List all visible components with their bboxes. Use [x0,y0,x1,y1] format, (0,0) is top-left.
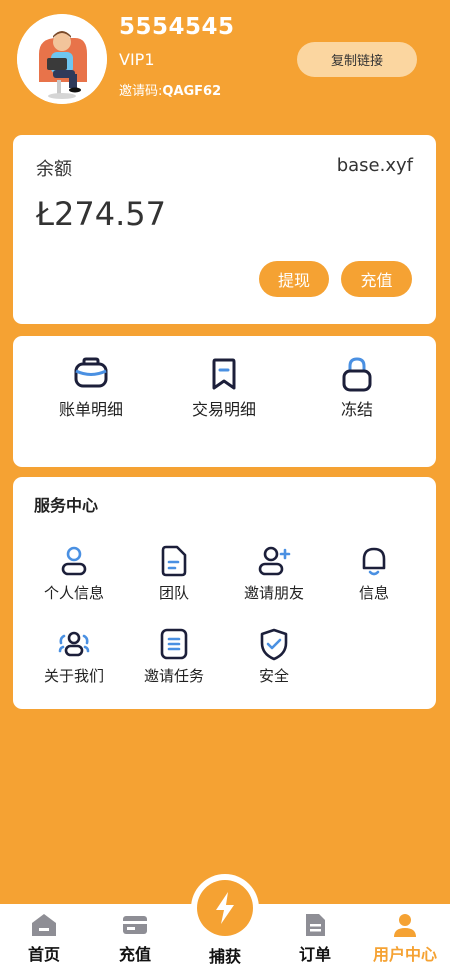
team-label: 团队 [158,584,189,602]
user-center-icon [391,912,419,938]
invite-label: 邀请码: [119,84,163,99]
balance-label: 余额 [36,159,72,180]
quick-actions-card: 账单明细 交易明细 冻结 [13,336,436,467]
frozen-label: 冻结 [340,400,373,419]
orders-icon [301,912,329,938]
nav-home-label: 首页 [27,945,60,964]
nav-recharge[interactable]: 充值 [100,912,170,965]
user-icon [57,544,91,578]
invite-code: 邀请码:QAGF62 [119,80,221,99]
task-icon [157,627,191,661]
invite-tasks-item[interactable]: 邀请任务 [124,627,224,686]
nav-user-center[interactable]: 用户中心 [364,912,446,965]
wallet-icon [73,356,109,392]
withdraw-button[interactable]: 提现 [259,261,329,297]
nav-orders[interactable]: 订单 [280,912,350,965]
about-us-label: 关于我们 [43,667,104,685]
transaction-details-label: 交易明细 [191,400,256,419]
nav-capture-button[interactable] [191,874,259,942]
capture-button-face [197,880,253,936]
messages-item[interactable]: 信息 [324,544,424,603]
bill-details-item[interactable]: 账单明细 [41,356,141,420]
security-label: 安全 [258,667,289,685]
avatar-illustration [17,14,107,104]
frozen-item[interactable]: 冻结 [307,356,407,420]
add-user-icon [257,544,291,578]
nav-recharge-label: 充值 [118,945,151,964]
invite-code-value: QAGF62 [162,84,222,99]
bill-details-label: 账单明细 [58,400,123,419]
avatar[interactable] [17,14,107,104]
personal-info-item[interactable]: 个人信息 [24,544,124,603]
invite-tasks-label: 邀请任务 [143,667,204,685]
security-item[interactable]: 安全 [224,627,324,686]
nav-capture-label: 捕获 [208,947,241,966]
bell-icon [357,544,391,578]
username: 5554545 [119,14,235,40]
messages-label: 信息 [358,584,389,602]
team-item[interactable]: 团队 [124,544,224,603]
vip-level: VIP1 [119,50,155,69]
profile-header: 5554545 VIP1 邀请码:QAGF62 复制链接 [0,0,450,120]
nav-home[interactable]: 首页 [9,912,79,965]
group-icon [57,627,91,661]
lock-icon [339,356,375,392]
site-name: base.xyf [336,155,413,176]
nav-user-center-label: 用户中心 [372,945,437,964]
balance-amount: Ł274.57 [36,195,166,233]
service-center-title: 服务中心 [34,496,99,515]
personal-info-label: 个人信息 [43,584,104,602]
transaction-details-item[interactable]: 交易明细 [174,356,274,420]
invite-friends-label: 邀请朋友 [243,584,304,602]
card-icon [121,912,149,938]
invite-friends-item[interactable]: 邀请朋友 [224,544,324,603]
recharge-button[interactable]: 充值 [341,261,412,297]
nav-orders-label: 订单 [298,945,331,964]
about-us-item[interactable]: 关于我们 [24,627,124,686]
home-icon [30,912,58,938]
shield-icon [257,627,291,661]
lightning-icon [216,892,234,924]
balance-card: 余额 base.xyf Ł274.57 提现 充值 [13,135,436,324]
service-center-card: 服务中心 个人信息 团队 邀请朋友 信息 关于我们 邀请任务 安全 [13,477,436,709]
bookmark-icon [206,356,242,392]
document-icon [157,544,191,578]
copy-link-button[interactable]: 复制链接 [297,42,417,77]
